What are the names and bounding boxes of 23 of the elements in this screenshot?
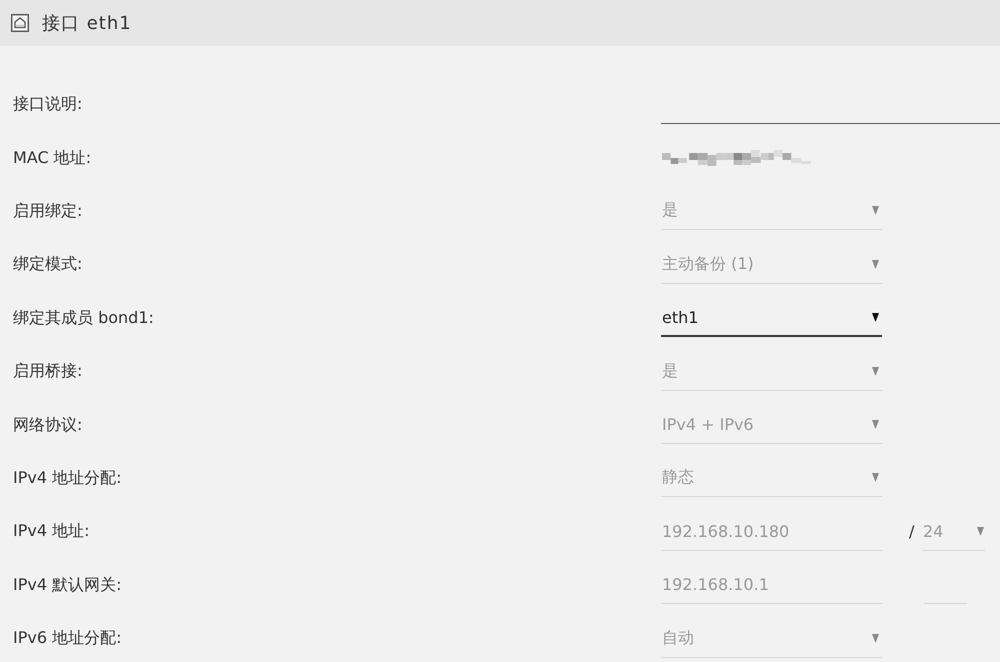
field-label: IPv4 地址分配:: [13, 468, 122, 487]
field-label: 网络协议:: [13, 414, 82, 434]
network-port-icon: [11, 14, 29, 32]
field-label: IPv4 默认网关:: [13, 574, 122, 594]
field-label: MAC 地址:: [13, 148, 92, 167]
slash-separator: /: [909, 522, 916, 542]
field-label: 启用桥接:: [13, 361, 82, 380]
field-label: IPv6 地址分配:: [13, 628, 122, 648]
caret-icon: [872, 366, 879, 376]
caret-icon: [872, 420, 879, 430]
caret-icon: [872, 260, 879, 269]
caret-icon: [872, 473, 879, 482]
field-label: 绑定其成员 bond1:: [13, 308, 154, 327]
caret-icon: [872, 312, 879, 322]
caret-icon: [872, 206, 879, 216]
field-label: 绑定模式:: [13, 254, 82, 274]
field-label: 启用绑定:: [13, 200, 82, 220]
caret-icon: [872, 634, 879, 643]
dropdown[interactable]: eth1: [661, 299, 882, 338]
field-label: 接口说明:: [13, 94, 82, 114]
caret-icon: [977, 526, 984, 536]
page-title: 接口 eth1: [42, 12, 132, 35]
field-label: IPv4 地址:: [13, 521, 90, 540]
